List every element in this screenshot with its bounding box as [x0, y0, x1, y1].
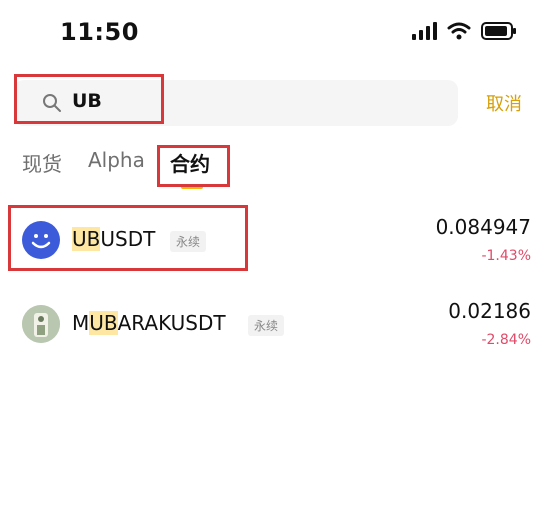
wifi-icon — [447, 22, 471, 40]
tab-alpha[interactable]: Alpha — [88, 148, 145, 172]
signal-icon — [412, 22, 437, 40]
result-row-mubarakusdt[interactable]: MUBARAKUSDT 永续 0.02186 -2.84% — [0, 289, 555, 359]
battery-icon — [481, 22, 516, 40]
annotation-highlight-search — [14, 74, 164, 124]
annotation-highlight-row — [8, 205, 248, 271]
status-icons — [411, 22, 517, 40]
tab-spot[interactable]: 现货 — [22, 148, 62, 177]
result-price: 0.084947 — [435, 215, 531, 239]
status-time: 11:50 — [60, 18, 139, 46]
mubarak-coin-icon — [22, 305, 60, 343]
search-row: UB 取消 — [0, 72, 555, 132]
symbol-match: UB — [89, 311, 118, 335]
symbol-rest: ARAKUSDT — [117, 311, 226, 335]
result-change: -1.43% — [481, 248, 531, 264]
cancel-button[interactable]: 取消 — [486, 90, 522, 116]
market-tabs: 现货 Alpha 合约 — [0, 140, 555, 192]
result-change: -2.84% — [481, 332, 531, 348]
perpetual-tag: 永续 — [248, 315, 285, 336]
status-bar: 11:50 — [0, 0, 555, 64]
result-price: 0.02186 — [448, 299, 531, 323]
annotation-highlight-tab — [157, 145, 230, 187]
symbol-prefix: M — [72, 311, 90, 335]
result-symbol: MUBARAKUSDT — [72, 311, 226, 335]
